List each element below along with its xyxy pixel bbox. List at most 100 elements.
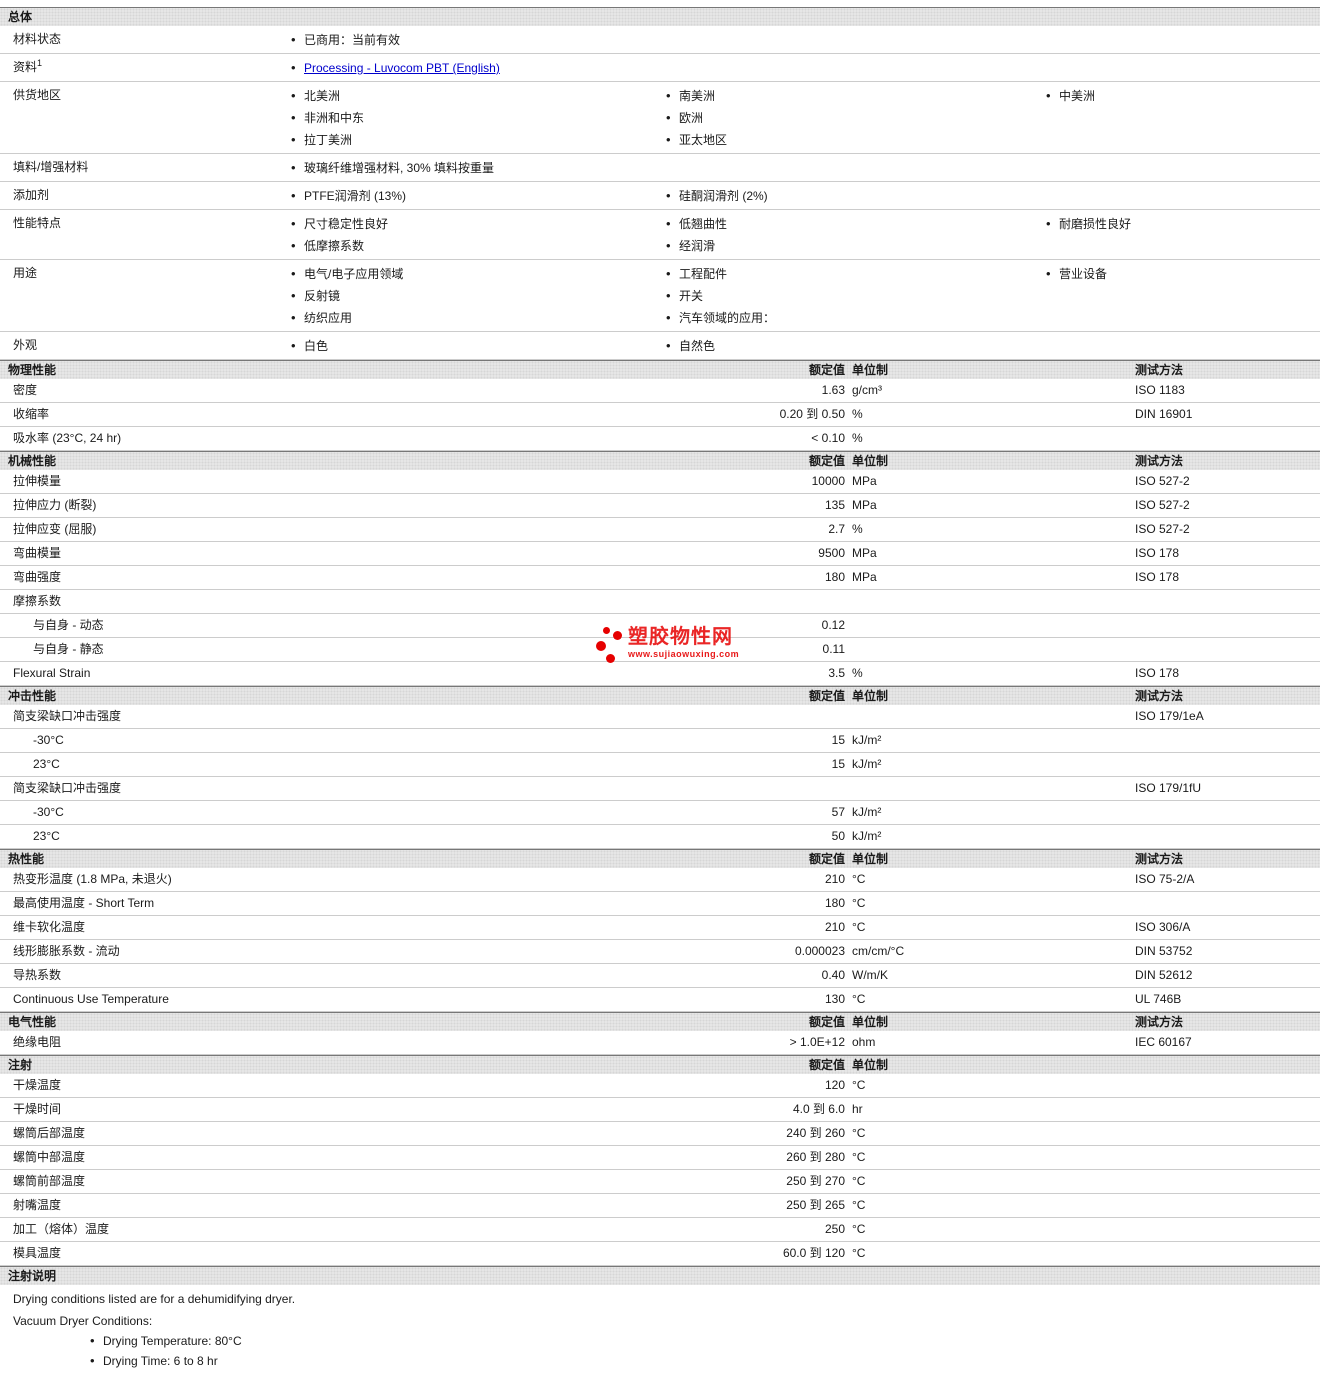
test-method [1135, 757, 1320, 772]
footnote-marker: 1 [37, 58, 43, 68]
test-method: DIN 53752 [1135, 944, 1193, 958]
value-column-header: 额定值 [808, 1015, 845, 1029]
property-value: 180 [824, 896, 845, 910]
property-unit: °C [852, 872, 866, 886]
property-label: -30°C [33, 733, 64, 747]
property-label: -30°C [33, 805, 64, 819]
test-method: ISO 527-2 [1135, 474, 1190, 488]
property-label: 23°C [33, 829, 60, 843]
property-unit: % [852, 522, 863, 536]
attribute-row: 资料1 Processing - Luvocom PBT (English) [0, 54, 1320, 82]
property-unit: °C [852, 920, 866, 934]
property-unit: MPa [852, 546, 877, 560]
property-unit [845, 594, 1135, 609]
property-label: 密度 [13, 383, 38, 397]
bullet-text: 低翘曲性 [679, 217, 728, 231]
bullet-icon [285, 29, 304, 51]
property-label: 弯曲强度 [13, 570, 62, 584]
bullet-icon [285, 185, 304, 207]
bullet-icon [285, 335, 304, 357]
property-label: 23°C [33, 757, 60, 771]
property-value: 0.20 到 0.50 [779, 407, 845, 421]
property-unit: °C [852, 1126, 866, 1140]
property-unit: % [852, 666, 863, 680]
value-column-header: 额定值 [808, 363, 845, 377]
unit-column-header: 单位制 [852, 1058, 889, 1072]
property-value: 240 到 260 [786, 1126, 845, 1140]
property-unit: kJ/m² [852, 829, 882, 843]
property-label: 拉伸应变 (屈服) [13, 522, 97, 536]
property-value: 180 [824, 570, 845, 584]
bullet-item: 玻璃纤维增强材料, 30% 填料按重量 [285, 157, 660, 179]
bullet-icon [285, 263, 304, 285]
property-unit: MPa [852, 570, 877, 584]
attribute-label: 资料 [13, 60, 38, 74]
property-row: 射嘴温度 250 到 265 °C [0, 1194, 1320, 1218]
bullet-text: 电气/电子应用领域 [304, 267, 404, 281]
bullet-text: 汽车领域的应用： [679, 311, 776, 325]
section-title: 热性能 [8, 852, 45, 866]
bullet-item: 已商用：当前有效 [285, 29, 660, 51]
property-unit: % [852, 407, 863, 421]
bullet-text: Drying Temperature: 80°C [103, 1334, 242, 1348]
attribute-row: 材料状态 已商用：当前有效 [0, 26, 1320, 54]
bullet-icon [660, 335, 679, 357]
property-value: > 1.0E+12 [789, 1035, 845, 1049]
bullet-item: 非洲和中东 [285, 107, 660, 129]
property-label: 干燥时间 [13, 1102, 62, 1116]
property-row: 加工（熔体）温度 250 °C [0, 1218, 1320, 1242]
notes-line: Drying conditions listed are for a dehum… [13, 1292, 296, 1306]
bullet-text: 北美洲 [304, 89, 341, 103]
property-row: 拉伸应力 (断裂) 135 MPa ISO 527-2 [0, 494, 1320, 518]
test-method: ISO 178 [1135, 570, 1180, 584]
section-title: 冲击性能 [8, 689, 57, 703]
document-link[interactable]: Processing - Luvocom PBT (English) [304, 58, 500, 79]
bullet-text: 已商用：当前有效 [304, 33, 401, 47]
test-method [1135, 733, 1320, 748]
value-column-header: 额定值 [808, 689, 845, 703]
property-label: 吸水率 (23°C, 24 hr) [13, 431, 122, 445]
property-row: 23°C 50 kJ/m² [0, 825, 1320, 849]
attribute-label: 供货地区 [13, 88, 62, 102]
property-unit: MPa [852, 498, 877, 512]
property-row: 弯曲模量 9500 MPa ISO 178 [0, 542, 1320, 566]
bullet-item: 低翘曲性 [660, 213, 1040, 235]
property-label: 射嘴温度 [13, 1198, 62, 1212]
bullet-item: 低摩擦系数 [285, 235, 660, 257]
property-unit: MPa [852, 474, 877, 488]
test-method: ISO 306/A [1135, 920, 1191, 934]
property-unit: °C [852, 1198, 866, 1212]
property-unit: kJ/m² [852, 733, 882, 747]
method-column-header: 测试方法 [1135, 1015, 1184, 1029]
property-unit: °C [852, 1078, 866, 1092]
bullet-item: 经润滑 [660, 235, 1040, 257]
property-unit: °C [852, 1222, 866, 1236]
bullet-item: 硅酮润滑剂 (2%) [660, 185, 1040, 207]
property-label: 加工（熔体）温度 [13, 1222, 110, 1236]
bullet-icon [660, 285, 679, 307]
property-label: 导热系数 [13, 968, 62, 982]
property-label: 摩擦系数 [13, 594, 62, 608]
section-header: 物理性能 额定值 单位制 测试方法 [0, 360, 1320, 379]
property-label: 热变形温度 (1.8 MPa, 未退火) [13, 872, 172, 886]
section-header: 注射说明 [0, 1266, 1320, 1285]
bullet-text: 低摩擦系数 [304, 239, 365, 253]
property-label: 螺筒前部温度 [13, 1174, 86, 1188]
property-row: 干燥时间 4.0 到 6.0 hr [0, 1098, 1320, 1122]
bullet-icon [660, 85, 679, 107]
bullet-icon [660, 235, 679, 257]
property-unit [845, 781, 1135, 796]
property-value [640, 709, 845, 724]
bullet-icon [285, 307, 304, 329]
property-row: 维卡软化温度 210 °C ISO 306/A [0, 916, 1320, 940]
attribute-row: 填料/增强材料 玻璃纤维增强材料, 30% 填料按重量 [0, 154, 1320, 182]
bullet-icon [285, 57, 304, 79]
property-row: -30°C 57 kJ/m² [0, 801, 1320, 825]
test-method: ISO 179/1eA [1135, 709, 1204, 723]
bullet-text: 纺织应用 [304, 311, 353, 325]
property-row: 绝缘电阻 > 1.0E+12 ohm IEC 60167 [0, 1031, 1320, 1055]
bullet-text: 硅酮润滑剂 (2%) [679, 189, 768, 203]
test-method [1135, 431, 1320, 446]
property-row: 简支梁缺口冲击强度 ISO 179/1fU [0, 777, 1320, 801]
bullet-text: 玻璃纤维增强材料, 30% 填料按重量 [304, 161, 495, 175]
